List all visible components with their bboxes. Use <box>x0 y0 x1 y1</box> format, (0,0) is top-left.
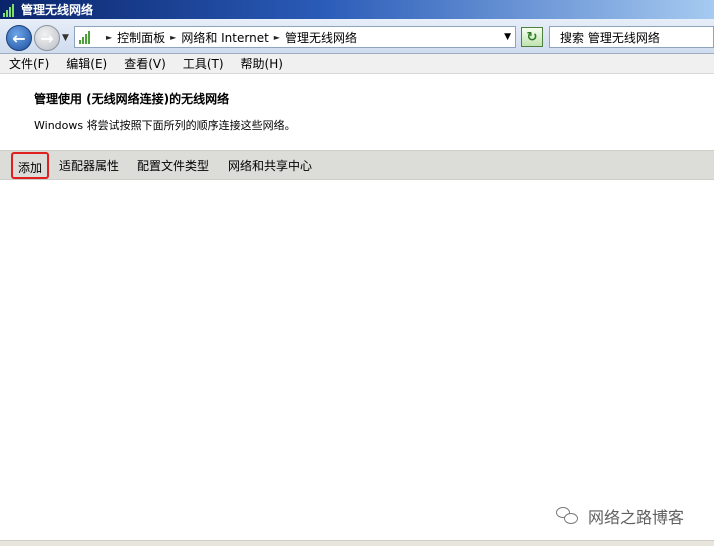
address-bar: ← → ▼ ► 控制面板 ► 网络和 Internet ► 管理无线网络 ▼ ↻… <box>0 19 714 54</box>
page-header: 管理使用 (无线网络连接)的无线网络 Windows 将尝试按照下面所列的顺序连… <box>0 74 714 150</box>
wireless-network-list[interactable] <box>0 180 714 540</box>
profile-types-button[interactable]: 配置文件类型 <box>137 157 209 174</box>
window-title: 管理无线网络 <box>21 3 94 17</box>
status-bar <box>0 540 714 546</box>
menu-tools[interactable]: 工具(T) <box>183 55 224 72</box>
command-bar: 添加 适配器属性 配置文件类型 网络和共享中心 <box>0 150 714 180</box>
menu-bar: 文件(F) 编辑(E) 查看(V) 工具(T) 帮助(H) <box>0 54 714 74</box>
menu-view[interactable]: 查看(V) <box>124 55 166 72</box>
forward-arrow-icon[interactable]: → <box>34 25 60 51</box>
page-description: Windows 将尝试按照下面所列的顺序连接这些网络。 <box>34 119 296 132</box>
wechat-icon <box>556 506 580 526</box>
adapter-properties-button[interactable]: 适配器属性 <box>59 157 119 174</box>
page-title: 管理使用 (无线网络连接)的无线网络 <box>34 92 230 106</box>
watermark: 网络之路博客 <box>556 504 684 528</box>
breadcrumb-manage-wireless[interactable]: 管理无线网络 <box>285 29 357 46</box>
network-sharing-center-button[interactable]: 网络和共享中心 <box>228 157 312 174</box>
back-arrow-icon[interactable]: ← <box>6 25 32 51</box>
breadcrumb-network-internet[interactable]: 网络和 Internet <box>181 29 268 46</box>
refresh-icon[interactable]: ↻ <box>521 27 543 47</box>
breadcrumb[interactable]: ► 控制面板 ► 网络和 Internet ► 管理无线网络 ▼ <box>74 26 516 48</box>
chevron-right-icon[interactable]: ► <box>274 33 280 42</box>
breadcrumb-control-panel[interactable]: 控制面板 <box>117 29 165 46</box>
menu-edit[interactable]: 编辑(E) <box>66 55 107 72</box>
menu-file[interactable]: 文件(F) <box>9 55 49 72</box>
recent-pages-dropdown-icon[interactable]: ▼ <box>62 33 69 43</box>
chevron-right-icon[interactable]: ► <box>170 33 176 42</box>
chevron-right-icon[interactable]: ► <box>106 33 112 42</box>
title-bar: 管理无线网络 <box>0 0 714 19</box>
chevron-down-icon[interactable]: ▼ <box>504 32 511 42</box>
network-folder-icon <box>79 30 97 44</box>
wireless-signal-icon <box>3 3 17 17</box>
add-button[interactable]: 添加 <box>11 152 50 179</box>
watermark-text: 网络之路博客 <box>588 508 685 527</box>
menu-help[interactable]: 帮助(H) <box>241 55 283 72</box>
search-input[interactable]: 搜索 管理无线网络 <box>549 26 714 48</box>
